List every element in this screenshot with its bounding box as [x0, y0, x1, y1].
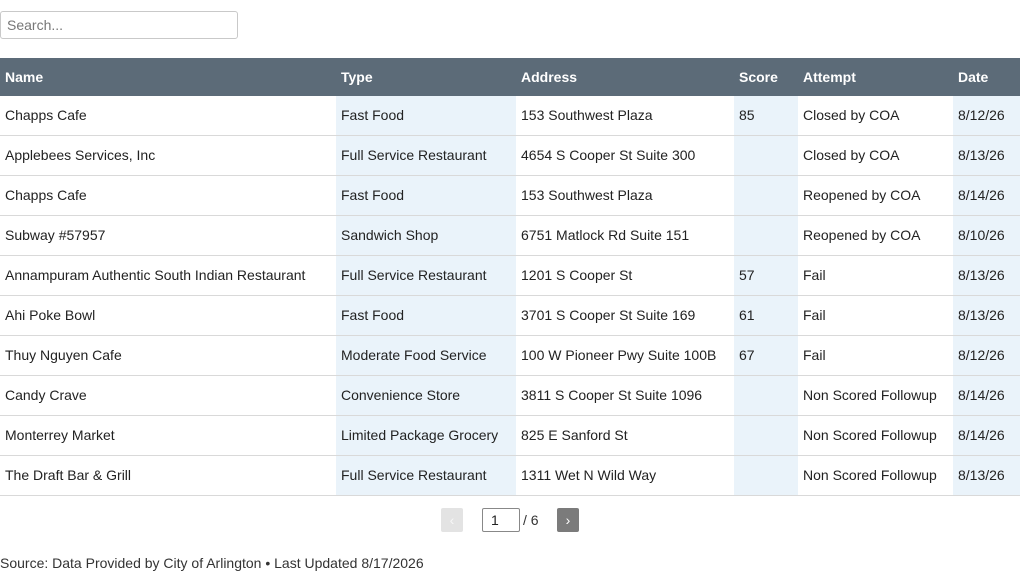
next-page-button[interactable]: ›	[557, 508, 579, 532]
column-header-type[interactable]: Type	[336, 58, 516, 96]
cell-score: 85	[734, 96, 798, 135]
table-row: The Draft Bar & Grill Full Service Restau…	[0, 455, 1020, 495]
cell-date: 8/13/26	[953, 455, 1020, 495]
table-row: Ahi Poke Bowl Fast Food 3701 S Cooper St S…	[0, 295, 1020, 335]
cell-attempt: Non Scored Followup	[803, 427, 937, 443]
previous-page-button[interactable]: ‹	[441, 508, 463, 532]
cell-address: 825 E Sanford St	[521, 427, 628, 443]
table-row: Chapps Cafe Fast Food 153 Southwest Plaza R…	[0, 175, 1020, 215]
table-row: Subway #57957 Sandwich Shop 6751 Matlock R…	[0, 215, 1020, 255]
cell-address: 1311 Wet N Wild Way	[521, 467, 657, 483]
table-body: Chapps Cafe Fast Food 153 Southwest Plaza 8…	[0, 96, 1020, 495]
cell-name: Annampuram Authentic South Indian Restau…	[5, 267, 306, 283]
cell-name: Candy Crave	[5, 387, 87, 403]
table-row: Monterrey Market Limited Package Grocery 8…	[0, 415, 1020, 455]
cell-score: 57	[734, 255, 798, 295]
table-row: Applebees Services, Inc Full Service Rest…	[0, 135, 1020, 175]
column-header-address[interactable]: Address	[516, 58, 734, 96]
page-number-input[interactable]	[482, 508, 520, 532]
cell-score: 67	[734, 335, 798, 375]
cell-type: Fast Food	[336, 96, 516, 135]
column-header-score[interactable]: Score	[734, 58, 798, 96]
cell-date: 8/12/26	[953, 335, 1020, 375]
cell-attempt: Non Scored Followup	[803, 467, 937, 483]
cell-address: 100 W Pioneer Pwy Suite 100B	[521, 347, 717, 363]
cell-address: 1201 S Cooper St	[521, 267, 633, 283]
cell-attempt: Reopened by COA	[803, 187, 921, 203]
cell-date: 8/13/26	[953, 255, 1020, 295]
source-footer: Source: Data Provided by City of Arlingt…	[0, 555, 424, 571]
cell-date: 8/12/26	[953, 96, 1020, 135]
cell-date: 8/13/26	[953, 295, 1020, 335]
cell-attempt: Fail	[803, 307, 826, 323]
table-row: Candy Crave Convenience Store 3811 S Coope…	[0, 375, 1020, 415]
cell-address: 6751 Matlock Rd Suite 151	[521, 227, 690, 243]
cell-date: 8/14/26	[953, 375, 1020, 415]
cell-address: 3811 S Cooper St Suite 1096	[521, 387, 703, 403]
cell-attempt: Fail	[803, 267, 826, 283]
cell-name: The Draft Bar & Grill	[5, 467, 132, 483]
cell-date: 8/14/26	[953, 175, 1020, 215]
cell-type: Limited Package Grocery	[336, 415, 516, 455]
table-header-row: Name Type Address Score Attempt Date	[0, 58, 1020, 96]
column-header-name[interactable]: Name	[0, 58, 336, 96]
cell-type: Fast Food	[336, 295, 516, 335]
cell-type: Moderate Food Service	[336, 335, 516, 375]
cell-score	[734, 455, 798, 495]
table-row: Annampuram Authentic South Indian Restau…	[0, 255, 1020, 295]
cell-name: Chapps Cafe	[5, 187, 87, 203]
cell-name: Applebees Services, Inc	[5, 147, 156, 163]
cell-attempt: Closed by COA	[803, 107, 900, 124]
cell-type: Sandwich Shop	[336, 215, 516, 255]
cell-name: Ahi Poke Bowl	[5, 307, 96, 323]
cell-date: 8/10/26	[953, 215, 1020, 255]
cell-name: Chapps Cafe	[5, 107, 87, 124]
search-input[interactable]	[0, 11, 238, 39]
cell-name: Monterrey Market	[5, 427, 115, 443]
column-header-date[interactable]: Date	[953, 58, 1020, 96]
cell-address: 4654 S Cooper St Suite 300	[521, 147, 696, 163]
cell-name: Thuy Nguyen Cafe	[5, 347, 122, 363]
cell-score	[734, 375, 798, 415]
cell-attempt: Closed by COA	[803, 147, 900, 163]
inspections-table: Name Type Address Score Attempt Date Chapps C…	[0, 58, 1020, 496]
cell-address: 153 Southwest Plaza	[521, 187, 653, 203]
cell-type: Full Service Restaurant	[336, 135, 516, 175]
cell-type: Fast Food	[336, 175, 516, 215]
cell-score	[734, 135, 798, 175]
column-header-attempt[interactable]: Attempt	[798, 58, 953, 96]
cell-score	[734, 175, 798, 215]
cell-score	[734, 415, 798, 455]
cell-score: 61	[734, 295, 798, 335]
cell-name: Subway #57957	[5, 227, 106, 243]
cell-attempt: Reopened by COA	[803, 227, 921, 243]
page-total-label: / 6	[523, 512, 539, 528]
cell-score	[734, 215, 798, 255]
table-row: Chapps Cafe Fast Food 153 Southwest Plaza 8…	[0, 96, 1020, 135]
cell-type: Full Service Restaurant	[336, 255, 516, 295]
cell-attempt: Fail	[803, 347, 826, 363]
pagination: ‹ / 6 ›	[0, 508, 1020, 532]
table-row: Thuy Nguyen Cafe Moderate Food Service 100…	[0, 335, 1020, 375]
cell-address: 153 Southwest Plaza	[521, 107, 653, 124]
cell-attempt: Non Scored Followup	[803, 387, 937, 403]
cell-address: 3701 S Cooper St Suite 169	[521, 307, 696, 323]
cell-type: Convenience Store	[336, 375, 516, 415]
cell-date: 8/14/26	[953, 415, 1020, 455]
cell-type: Full Service Restaurant	[336, 455, 516, 495]
cell-date: 8/13/26	[953, 135, 1020, 175]
